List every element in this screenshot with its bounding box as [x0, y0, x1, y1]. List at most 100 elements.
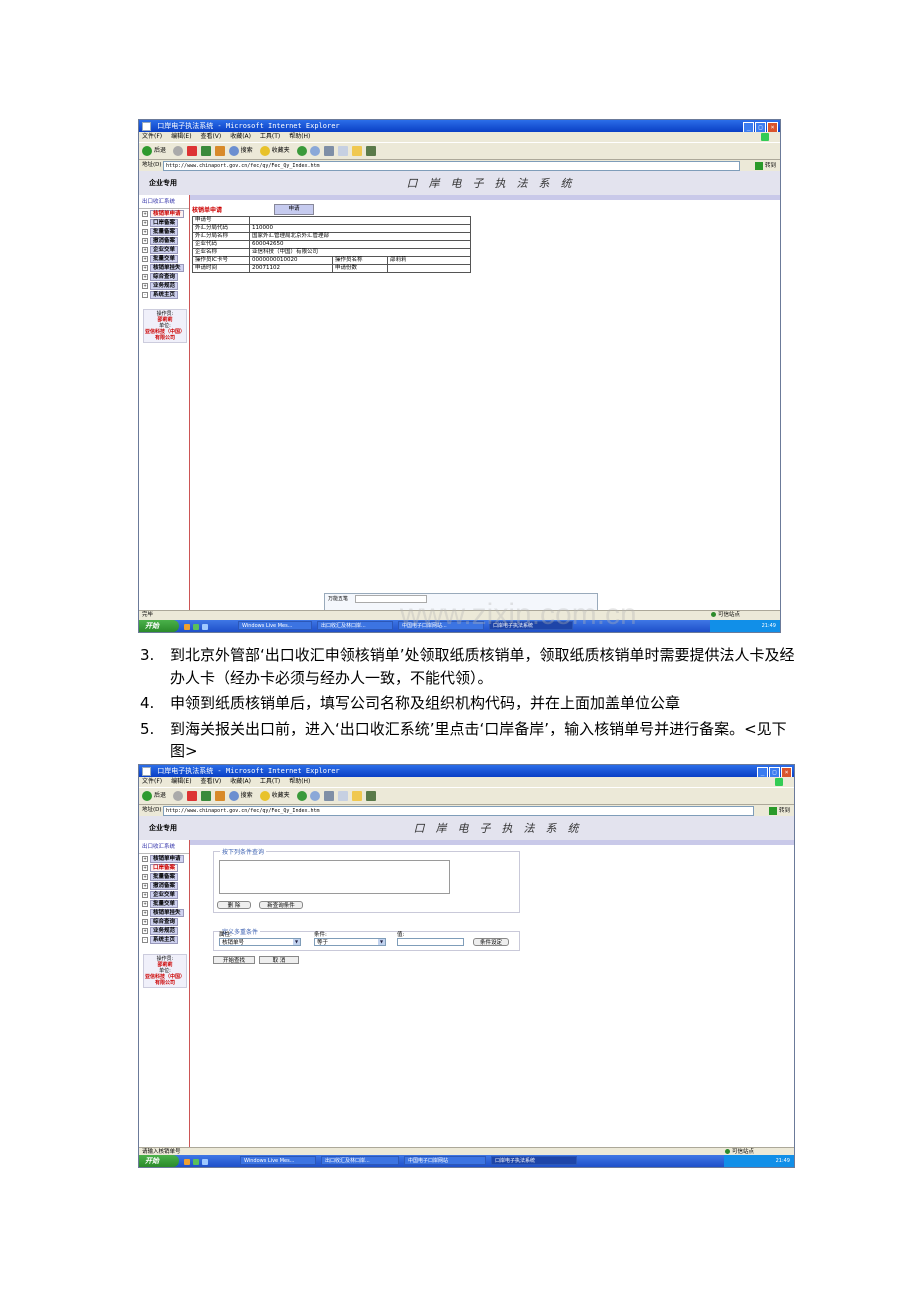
sidebar-item-cancel-record[interactable]: + 撤消备案 — [141, 882, 187, 890]
expand-icon[interactable]: + — [142, 901, 148, 907]
expand-icon[interactable]: + — [142, 229, 148, 235]
menu-tools[interactable]: 工具(T) — [260, 133, 280, 140]
chevron-down-icon[interactable]: ▼ — [378, 939, 385, 945]
sidebar-item-rules[interactable]: + 业务规范 — [141, 927, 187, 935]
mail-icon[interactable] — [310, 146, 321, 156]
stop-icon[interactable] — [186, 791, 197, 801]
expand-icon[interactable]: + — [142, 247, 148, 253]
expand-icon[interactable]: + — [142, 274, 148, 280]
print-icon[interactable] — [324, 146, 335, 156]
quick-launch-icon[interactable] — [193, 624, 199, 630]
forward-arrow-icon[interactable] — [172, 146, 183, 156]
menu-tools[interactable]: 工具(T) — [260, 778, 280, 785]
quick-launch-icon[interactable] — [184, 1159, 190, 1165]
menu-favorites[interactable]: 收藏(A) — [230, 133, 251, 140]
folder-icon[interactable] — [352, 146, 363, 156]
home-icon[interactable] — [214, 146, 225, 156]
taskbar-button-messenger[interactable]: Windows Live Mes... — [238, 621, 312, 630]
quick-launch-icon[interactable] — [202, 624, 208, 630]
expand-icon[interactable]: + — [142, 283, 148, 289]
condition-list-box[interactable] — [219, 860, 450, 894]
search-icon[interactable] — [228, 146, 239, 156]
taskbar-button-chinaport[interactable]: 中国电子口岸网站 — [404, 1156, 486, 1165]
search-icon[interactable] — [228, 791, 239, 801]
messenger-icon[interactable] — [366, 146, 377, 156]
expand-icon[interactable]: + — [142, 928, 148, 934]
search-button[interactable]: 搜索 — [241, 792, 253, 799]
sidebar-item-submit[interactable]: + 企业交单 — [141, 246, 187, 254]
forward-arrow-icon[interactable] — [172, 791, 183, 801]
sidebar-item-batch-submit[interactable]: + 批量交单 — [141, 900, 187, 908]
mail-icon[interactable] — [310, 791, 321, 801]
favorites-star-icon[interactable] — [259, 146, 270, 156]
apply-button[interactable]: 申请 — [274, 204, 314, 215]
sidebar-item-port-record[interactable]: + 口岸备案 — [141, 864, 187, 872]
expand-icon[interactable]: + — [142, 256, 148, 262]
back-button[interactable]: 后退 — [154, 147, 166, 154]
sidebar-item-loss[interactable]: + 核销单挂失 — [141, 264, 187, 272]
refresh-icon[interactable] — [200, 791, 211, 801]
sidebar-item-submit[interactable]: + 企业交单 — [141, 891, 187, 899]
sidebar-item-loss[interactable]: + 核销单挂失 — [141, 909, 187, 917]
favorites-button[interactable]: 收藏夹 — [272, 147, 290, 154]
expand-icon[interactable]: + — [142, 211, 148, 217]
chevron-down-icon[interactable]: ▼ — [293, 939, 300, 945]
menu-edit[interactable]: 编辑(E) — [171, 778, 191, 785]
expand-icon[interactable]: + — [142, 883, 148, 889]
messenger-icon[interactable] — [366, 791, 377, 801]
expand-icon[interactable]: + — [142, 865, 148, 871]
expand-icon[interactable]: + — [142, 919, 148, 925]
expand-icon[interactable]: + — [142, 910, 148, 916]
quick-launch-icon[interactable] — [193, 1159, 199, 1165]
menu-help[interactable]: 帮助(H) — [289, 778, 310, 785]
sidebar-item-apply[interactable]: + 核销单申请 — [141, 855, 187, 863]
sidebar-item-query[interactable]: + 综合查询 — [141, 918, 187, 926]
expand-icon[interactable]: - — [142, 937, 148, 943]
cancel-button[interactable]: 取 消 — [259, 956, 299, 964]
sidebar-item-batch-submit[interactable]: + 批量交单 — [141, 255, 187, 263]
sidebar-item-home[interactable]: - 系统主页 — [141, 936, 187, 944]
start-button[interactable]: 开始 — [139, 1155, 179, 1167]
start-search-button[interactable]: 开始查找 — [213, 956, 255, 964]
taskbar-button-system[interactable]: 口岸电子执法系统 — [491, 1156, 577, 1165]
attribute-select[interactable]: 核销单号 ▼ — [219, 938, 301, 946]
taskbar-button-export[interactable]: 出口收汇及林口岸... — [317, 621, 393, 630]
sidebar-item-batch-record[interactable]: + 批量备案 — [141, 873, 187, 881]
start-button[interactable]: 开始 — [139, 620, 179, 632]
menu-view[interactable]: 查看(V) — [200, 133, 221, 140]
sidebar-item-cancel-record[interactable]: + 撤消备案 — [141, 237, 187, 245]
history-icon[interactable] — [296, 146, 307, 156]
sidebar-item-batch-record[interactable]: + 批量备案 — [141, 228, 187, 236]
home-icon[interactable] — [214, 791, 225, 801]
search-button[interactable]: 搜索 — [241, 147, 253, 154]
expand-icon[interactable]: + — [142, 874, 148, 880]
favorites-button[interactable]: 收藏夹 — [272, 792, 290, 799]
expand-icon[interactable]: + — [142, 265, 148, 271]
back-arrow-icon[interactable] — [142, 146, 152, 156]
stop-icon[interactable] — [186, 146, 197, 156]
refresh-icon[interactable] — [200, 146, 211, 156]
menu-favorites[interactable]: 收藏(A) — [230, 778, 251, 785]
new-condition-button[interactable]: 新查询条件 — [259, 901, 303, 909]
edit-icon[interactable] — [338, 791, 349, 801]
delete-button[interactable]: 删 除 — [217, 901, 251, 909]
expand-icon[interactable]: - — [142, 292, 148, 298]
condition-select[interactable]: 等于 ▼ — [314, 938, 386, 946]
sidebar-item-query[interactable]: + 综合查询 — [141, 273, 187, 281]
expand-icon[interactable]: + — [142, 238, 148, 244]
menu-edit[interactable]: 编辑(E) — [171, 133, 191, 140]
print-icon[interactable] — [324, 791, 335, 801]
favorites-star-icon[interactable] — [259, 791, 270, 801]
history-icon[interactable] — [296, 791, 307, 801]
quick-launch-icon[interactable] — [184, 624, 190, 630]
address-input[interactable]: http://www.chinaport.gov.cn/fec/qy/Fec_Q… — [163, 161, 740, 171]
expand-icon[interactable]: + — [142, 220, 148, 226]
sidebar-item-home[interactable]: - 系统主页 — [141, 291, 187, 299]
back-button[interactable]: 后退 — [154, 792, 166, 799]
menu-help[interactable]: 帮助(H) — [289, 133, 310, 140]
sidebar-item-rules[interactable]: + 业务规范 — [141, 282, 187, 290]
menu-view[interactable]: 查看(V) — [200, 778, 221, 785]
edit-icon[interactable] — [338, 146, 349, 156]
folder-icon[interactable] — [352, 791, 363, 801]
sidebar-item-apply[interactable]: + 核销单申请 — [141, 210, 187, 218]
